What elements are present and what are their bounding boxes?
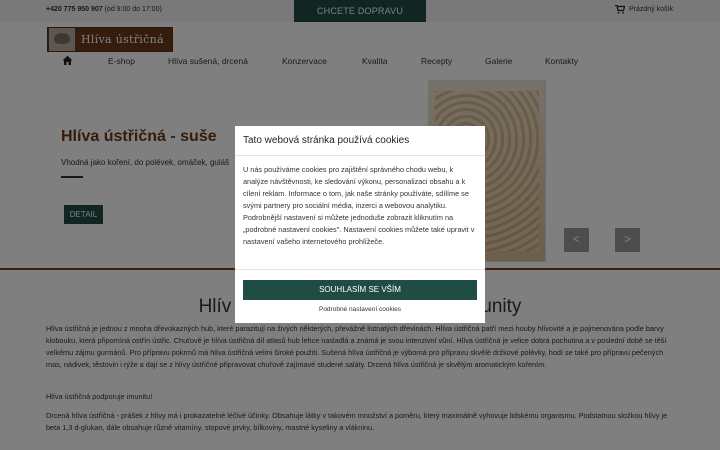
cookie-dialog-title: Tato webová stránka používá cookies [243,135,410,146]
cookie-dialog-divider [235,269,485,270]
accept-all-cookies-button[interactable]: SOUHLASÍM SE VŠÍM [243,280,477,300]
cookie-dialog: Tato webová stránka používá cookies U ná… [235,126,485,323]
cookie-dialog-text: U nás používáme cookies pro zajištění sp… [243,165,475,246]
cookie-dialog-divider [235,155,485,156]
cookie-settings-link[interactable]: Podrobné nastavení cookies [235,306,485,313]
